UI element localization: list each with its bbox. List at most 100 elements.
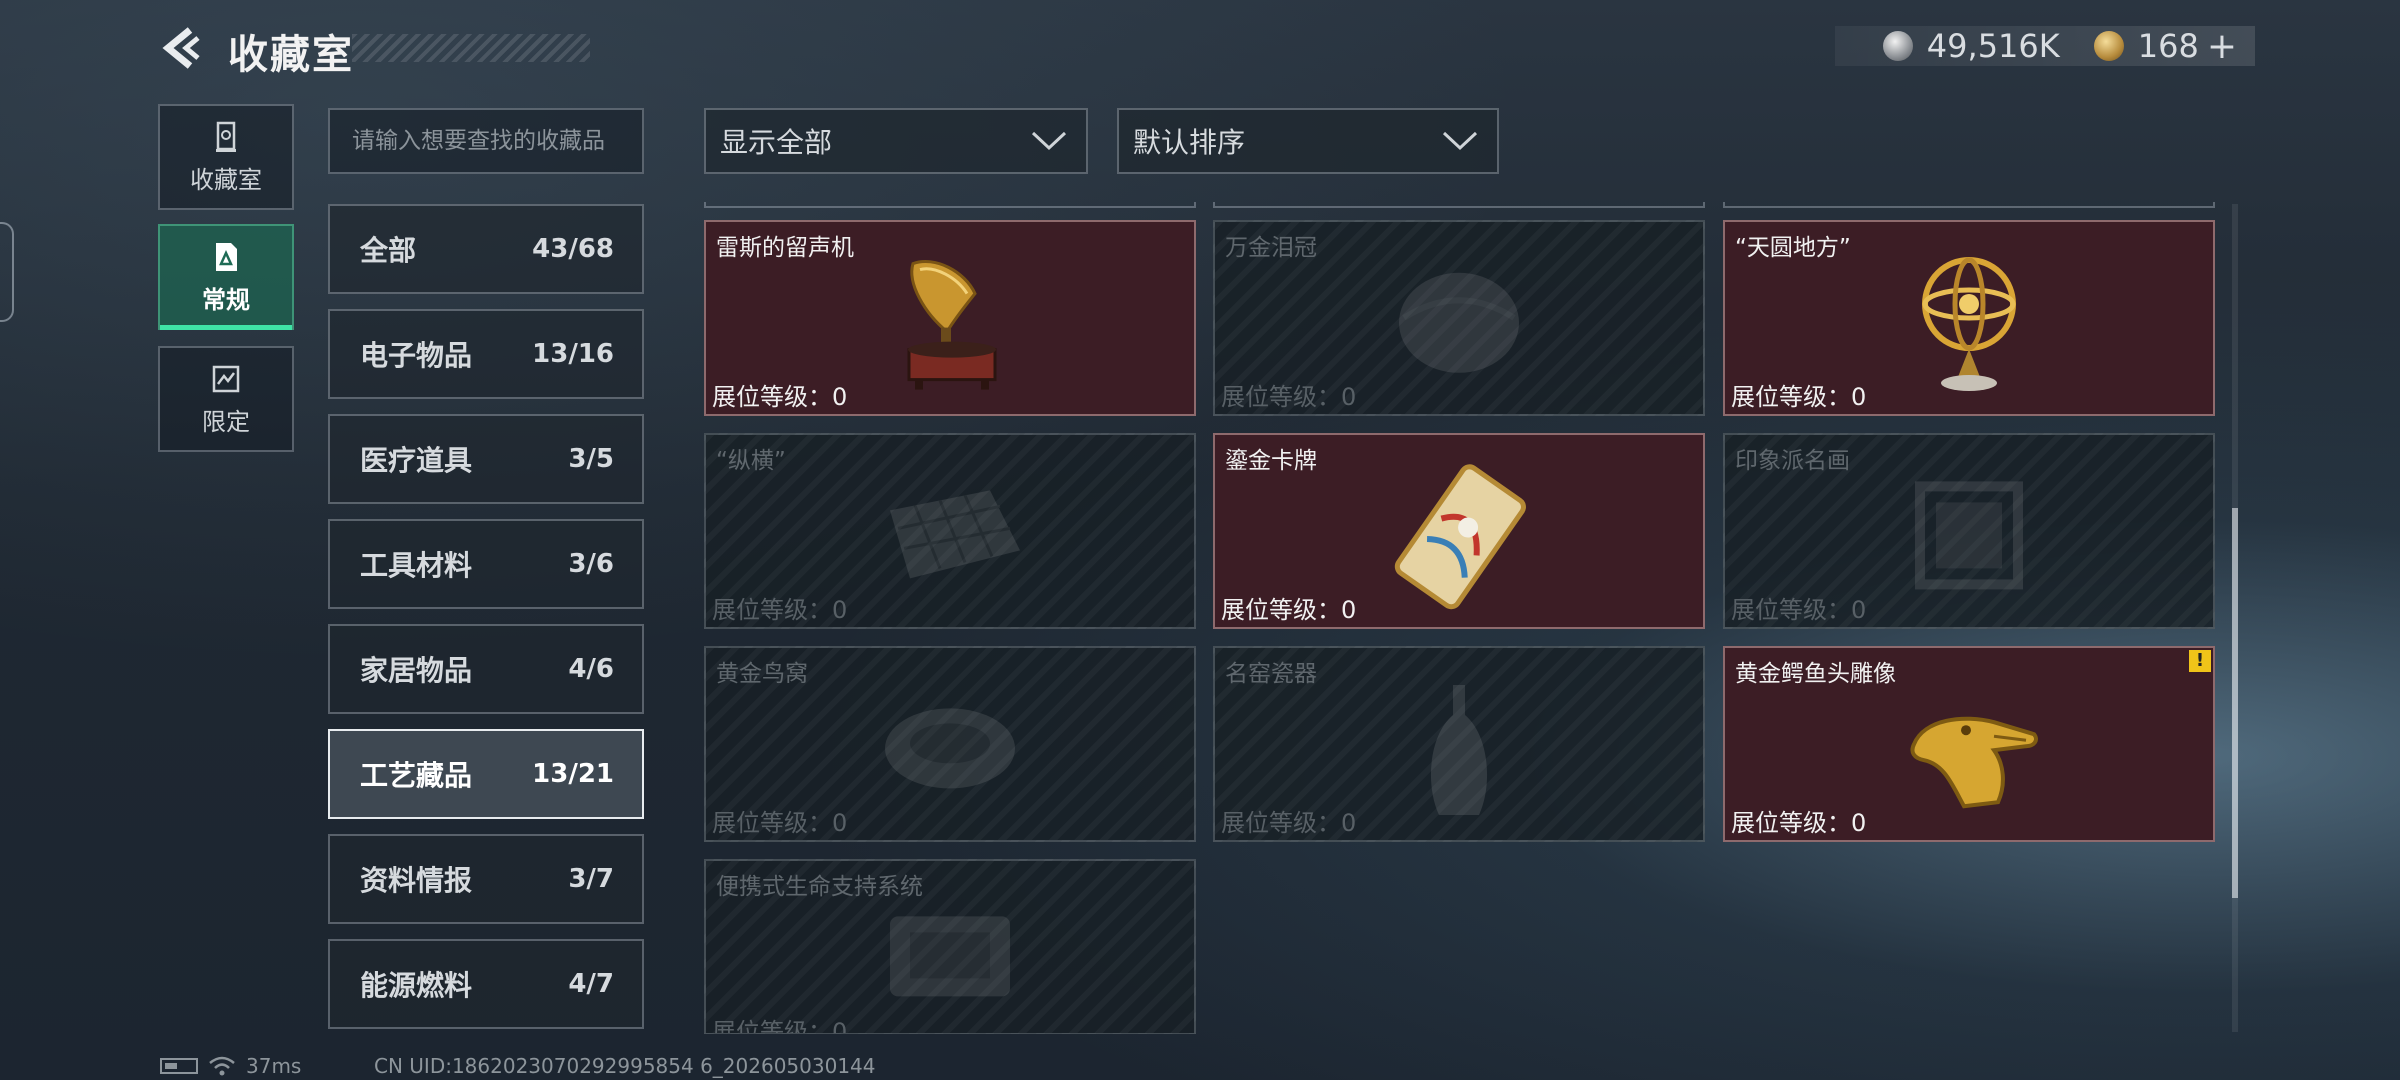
booth-level: 展位等级：0 [1221, 383, 1357, 411]
silver-coin-icon [1882, 31, 1913, 61]
edge-handle[interactable] [0, 222, 14, 322]
trophy-case-icon [216, 121, 236, 152]
gramophone-icon [907, 260, 997, 390]
tab-limited[interactable]: 限定 [158, 346, 294, 452]
previous-row-edge [704, 202, 1196, 208]
booth-level: 展位等级：0 [1221, 596, 1357, 624]
category-name: 全部 [360, 234, 417, 267]
collection-item-card[interactable]: 黄金鳄鱼头雕像 ! 展位等级：0 [1723, 646, 2215, 842]
collection-item-card[interactable]: “纵横” 展位等级：0 [704, 433, 1196, 629]
booth-level: 展位等级：0 [1731, 383, 1867, 411]
booth-level: 展位等级：0 [1731, 809, 1867, 837]
warning-icon: ! [2189, 650, 2211, 672]
wifi-icon [209, 1056, 235, 1076]
category-name: 工艺藏品 [360, 759, 473, 792]
category-count: 13/16 [532, 339, 614, 369]
category-name: 资料情报 [360, 864, 473, 897]
collection-item-card[interactable]: “天圆地方” 展位等级：0 [1723, 220, 2215, 416]
booth-level: 展位等级：0 [1221, 809, 1357, 837]
title-decoration [352, 34, 590, 62]
silver-amount: 49,516K [1926, 27, 2060, 65]
booth-level: 展位等级：0 [712, 596, 848, 624]
tab-label: 限定 [202, 407, 250, 436]
crocodile-head-statue-icon [1910, 716, 2038, 809]
category-count: 13/21 [532, 759, 614, 789]
category-all[interactable]: 全部 43/68 [328, 204, 644, 294]
category-name: 能源燃料 [360, 969, 473, 1002]
collection-item-card[interactable]: 名窑瓷器 展位等级：0 [1213, 646, 1705, 842]
collection-item-card[interactable]: 鎏金卡牌 展位等级：0 [1213, 433, 1705, 629]
status-bar: 37ms [160, 1054, 301, 1078]
category-count: 4/7 [568, 969, 614, 999]
collection-grid[interactable]: 雷斯的留声机 展位等级：0 万金泪冠 展位等级：0 “天圆地方” 展位等级：0 [704, 202, 2218, 1034]
category-name: 家居物品 [360, 654, 473, 687]
ping-readout: 37ms [246, 1054, 302, 1078]
category-name: 工具材料 [360, 549, 473, 582]
back-button[interactable] [160, 26, 202, 70]
item-name: “天圆地方” [1735, 235, 1851, 261]
golden-nest-icon [885, 708, 1015, 789]
chevron-down-icon [1031, 131, 1067, 151]
chessboard-icon [890, 490, 1020, 579]
life-support-case-icon [890, 916, 1010, 997]
dropdown-value: 显示全部 [720, 126, 833, 159]
previous-row-edge [1723, 202, 2215, 208]
dropdown-value: 默认排序 [1133, 126, 1246, 159]
user-uid: CN UID:1862023070292995854 6_20260503014… [374, 1054, 876, 1078]
item-name: 印象派名画 [1735, 448, 1850, 474]
tab-collection-room[interactable]: 收藏室 [158, 104, 294, 210]
currency-bar: 49,516K 168 + [1835, 26, 2255, 67]
search-input[interactable] [328, 108, 644, 174]
category-energy[interactable]: 能源燃料 4/7 [328, 939, 644, 1029]
collection-item-card[interactable]: 黄金鸟窝 展位等级：0 [704, 646, 1196, 842]
previous-row-edge [1213, 202, 1705, 208]
category-count: 43/68 [532, 234, 614, 264]
tab-regular[interactable]: 常规 [158, 224, 294, 330]
item-name: 雷斯的留声机 [716, 235, 854, 261]
item-name: 万金泪冠 [1225, 235, 1317, 261]
category-crafts[interactable]: 工艺藏品 13/21 [328, 729, 644, 819]
category-count: 3/6 [568, 549, 614, 579]
tab-label: 常规 [202, 285, 250, 314]
booth-level: 展位等级：0 [712, 1018, 848, 1034]
category-tools[interactable]: 工具材料 3/6 [328, 519, 644, 609]
jeweled-crown-icon [1399, 272, 1519, 373]
category-count: 3/5 [568, 444, 614, 474]
gold-coin-icon [2093, 31, 2124, 61]
armillary-sphere-icon [1922, 257, 2016, 391]
item-name: 黄金鳄鱼头雕像 [1735, 661, 1896, 687]
gold-amount: 168 [2137, 27, 2199, 65]
booth-level: 展位等级：0 [712, 383, 848, 411]
collection-item-card[interactable]: 雷斯的留声机 展位等级：0 [704, 220, 1196, 416]
porcelain-vase-icon [1430, 685, 1488, 815]
display-filter-dropdown[interactable]: 显示全部 [704, 108, 1088, 174]
framed-painting-icon [1915, 481, 2023, 590]
category-household[interactable]: 家居物品 4/6 [328, 624, 644, 714]
add-currency-button[interactable]: + [2207, 26, 2237, 67]
booth-level: 展位等级：0 [712, 809, 848, 837]
item-name: 黄金鸟窝 [716, 661, 808, 687]
sort-dropdown[interactable]: 默认排序 [1117, 108, 1499, 174]
collection-item-card[interactable]: 便携式生命支持系统 展位等级：0 [704, 859, 1196, 1034]
back-arrow-icon [162, 27, 200, 69]
category-medical[interactable]: 医疗道具 3/5 [328, 414, 644, 504]
regular-collection-icon [216, 242, 237, 271]
limited-collection-icon [212, 365, 240, 392]
tab-label: 收藏室 [190, 165, 262, 194]
category-count: 4/6 [568, 654, 614, 684]
category-electronics[interactable]: 电子物品 13/16 [328, 309, 644, 399]
scrollbar-thumb[interactable] [2232, 508, 2238, 898]
category-name: 医疗道具 [360, 444, 473, 477]
gilded-card-icon [1394, 464, 1526, 610]
collection-item-card[interactable]: 印象派名画 展位等级：0 [1723, 433, 2215, 629]
item-name: 鎏金卡牌 [1225, 448, 1317, 474]
category-name: 电子物品 [360, 339, 473, 372]
category-intel[interactable]: 资料情报 3/7 [328, 834, 644, 924]
chevron-down-icon [1442, 131, 1478, 151]
item-name: “纵横” [716, 448, 786, 474]
booth-level: 展位等级：0 [1731, 596, 1867, 624]
item-name: 名窑瓷器 [1225, 661, 1317, 687]
collection-item-card[interactable]: 万金泪冠 展位等级：0 [1213, 220, 1705, 416]
page-title: 收藏室 [228, 32, 354, 78]
battery-icon [160, 1058, 198, 1074]
